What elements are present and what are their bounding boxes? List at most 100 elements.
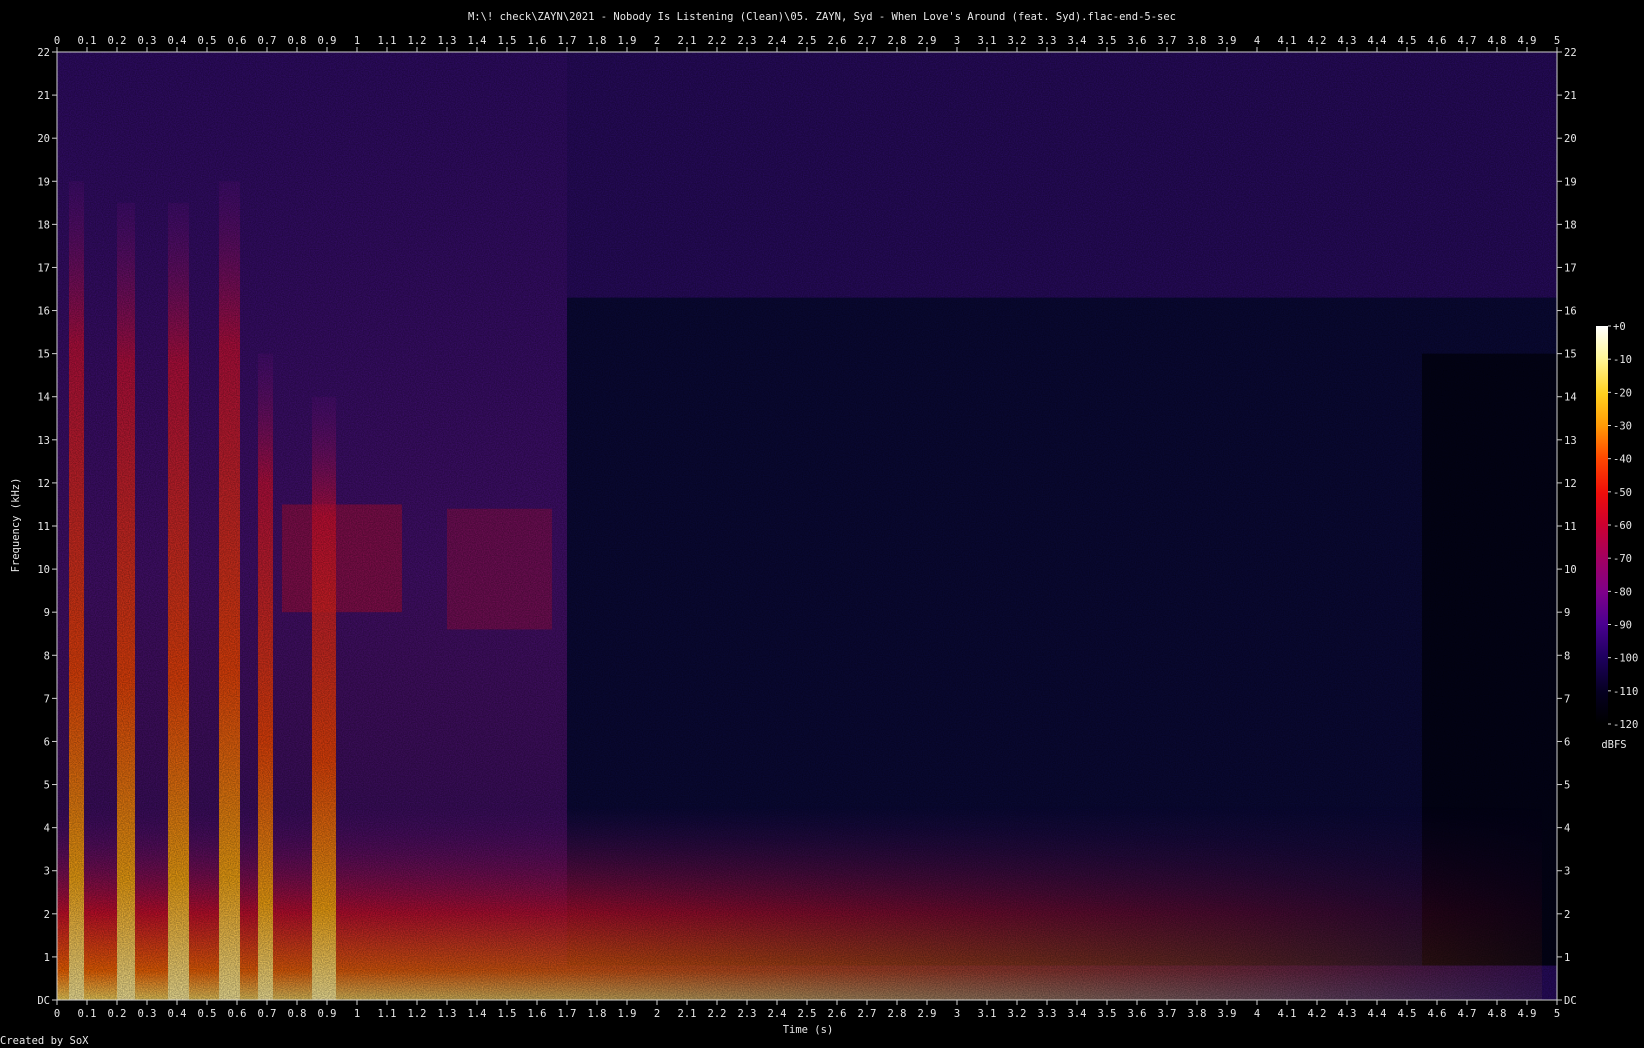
x-tick-label-bottom: 1 xyxy=(354,1008,360,1020)
x-tick-label-top: 1 xyxy=(354,35,360,47)
y-tick-label-right: 16 xyxy=(1564,306,1577,318)
x-tick-label-top: 3.1 xyxy=(978,35,997,47)
y-tick-label-left: 19 xyxy=(37,176,50,188)
x-tick-label-bottom: 2.4 xyxy=(768,1008,787,1020)
x-tick-label-top: 1.1 xyxy=(378,35,397,47)
colorbar-tick-label: -120 xyxy=(1613,719,1638,731)
x-tick-label-bottom: 2.3 xyxy=(738,1008,757,1020)
colorbar-tick-label: -70 xyxy=(1613,553,1632,565)
x-tick-label-bottom: 2.6 xyxy=(828,1008,847,1020)
x-tick-label-bottom: 0.3 xyxy=(138,1008,157,1020)
y-axis-label: Frequency (kHz) xyxy=(10,478,22,573)
footer-credit: Created by SoX xyxy=(0,1035,89,1047)
x-tick-label-top: 2.2 xyxy=(708,35,727,47)
colorbar-unit: dBFS xyxy=(1601,739,1626,751)
x-tick-label-top: 3.2 xyxy=(1008,35,1027,47)
colorbar-tick-label: +0 xyxy=(1613,321,1626,333)
x-tick-label-top: 3.4 xyxy=(1068,35,1087,47)
x-tick-label-bottom: 2.2 xyxy=(708,1008,727,1020)
y-tick-label-right: 14 xyxy=(1564,392,1577,404)
x-tick-label-top: 4.9 xyxy=(1518,35,1537,47)
x-tick-label-bottom: 0.1 xyxy=(78,1008,97,1020)
x-tick-label-top: 5 xyxy=(1554,35,1560,47)
x-tick-label-top: 2.6 xyxy=(828,35,847,47)
x-tick-label-bottom: 2.7 xyxy=(858,1008,877,1020)
x-tick-label-top: 0.7 xyxy=(258,35,277,47)
x-tick-label-bottom: 1.7 xyxy=(558,1008,577,1020)
x-tick-label-top: 4.3 xyxy=(1338,35,1357,47)
x-tick-label-top: 3.7 xyxy=(1158,35,1177,47)
x-tick-label-bottom: 4.4 xyxy=(1368,1008,1387,1020)
x-tick-label-top: 0.4 xyxy=(168,35,187,47)
x-tick-label-bottom: 2.9 xyxy=(918,1008,937,1020)
y-tick-label-left: 13 xyxy=(37,435,50,447)
x-tick-label-top: 1.6 xyxy=(528,35,547,47)
y-tick-label-left: 17 xyxy=(37,262,50,274)
y-tick-label-right: 20 xyxy=(1564,133,1577,145)
x-tick-label-top: 3.9 xyxy=(1218,35,1237,47)
x-tick-label-top: 2.9 xyxy=(918,35,937,47)
y-tick-label-left: 22 xyxy=(37,47,50,59)
x-tick-label-top: 2.4 xyxy=(768,35,787,47)
colorbar-ticks: +0 -10 -20 -30 -40 -50 -60 -70 -80 -90 -100 -110 -12… xyxy=(1608,321,1638,731)
y-tick-label-left: 8 xyxy=(44,650,50,662)
x-tick-label-bottom: 3.1 xyxy=(978,1008,997,1020)
x-tick-label-bottom: 2.8 xyxy=(888,1008,907,1020)
y-tick-label-left: DC xyxy=(37,995,50,1007)
y-tick-label-left: 9 xyxy=(44,607,50,619)
x-tick-label-bottom: 4.6 xyxy=(1428,1008,1447,1020)
y-tick-label-right: 15 xyxy=(1564,349,1577,361)
y-tick-label-left: 3 xyxy=(44,866,50,878)
x-tick-label-top: 2.8 xyxy=(888,35,907,47)
x-tick-label-top: 4.7 xyxy=(1458,35,1477,47)
x-tick-label-top: 0.8 xyxy=(288,35,307,47)
x-tick-label-bottom: 1.1 xyxy=(378,1008,397,1020)
colorbar-tick-label: -110 xyxy=(1613,686,1638,698)
x-tick-label-top: 4.8 xyxy=(1488,35,1507,47)
x-tick-label-top: 0.2 xyxy=(108,35,127,47)
x-tick-label-bottom: 4.7 xyxy=(1458,1008,1477,1020)
x-tick-label-bottom: 1.6 xyxy=(528,1008,547,1020)
spectrogram-noise-texture xyxy=(57,52,1557,1000)
x-tick-label-top: 2.3 xyxy=(738,35,757,47)
colorbar-tick-label: -50 xyxy=(1613,487,1632,499)
y-tick-label-right: 9 xyxy=(1564,607,1570,619)
y-tick-label-right: 19 xyxy=(1564,176,1577,188)
y-tick-label-left: 11 xyxy=(37,521,50,533)
x-tick-label-top: 3.6 xyxy=(1128,35,1147,47)
x-tick-label-top: 1.9 xyxy=(618,35,637,47)
y-tick-label-left: 15 xyxy=(37,349,50,361)
x-tick-label-bottom: 4.8 xyxy=(1488,1008,1507,1020)
x-tick-label-top: 3.8 xyxy=(1188,35,1207,47)
x-tick-label-bottom: 3.3 xyxy=(1038,1008,1057,1020)
y-tick-label-left: 7 xyxy=(44,693,50,705)
x-tick-label-bottom: 0.2 xyxy=(108,1008,127,1020)
y-tick-label-right: DC xyxy=(1564,995,1577,1007)
colorbar-tick-label: -20 xyxy=(1613,387,1632,399)
x-tick-label-top: 4.5 xyxy=(1398,35,1417,47)
y-tick-label-left: 4 xyxy=(44,823,50,835)
x-tick-label-bottom: 0.7 xyxy=(258,1008,277,1020)
x-tick-label-top: 4.2 xyxy=(1308,35,1327,47)
x-tick-label-top: 2.5 xyxy=(798,35,817,47)
colorbar-tick-label: -30 xyxy=(1613,421,1632,433)
x-axis-label: Time (s) xyxy=(783,1024,834,1036)
x-tick-label-bottom: 0.8 xyxy=(288,1008,307,1020)
y-tick-label-right: 10 xyxy=(1564,564,1577,576)
x-tick-label-bottom: 4.1 xyxy=(1278,1008,1297,1020)
x-tick-label-top: 2 xyxy=(654,35,660,47)
y-tick-label-right: 21 xyxy=(1564,90,1577,102)
y-tick-label-left: 12 xyxy=(37,478,50,490)
y-tick-label-right: 11 xyxy=(1564,521,1577,533)
y-tick-label-left: 21 xyxy=(37,90,50,102)
x-tick-label-bottom: 0.9 xyxy=(318,1008,337,1020)
y-tick-label-right: 3 xyxy=(1564,866,1570,878)
x-tick-label-top: 0.6 xyxy=(228,35,247,47)
x-tick-label-bottom: 2 xyxy=(654,1008,660,1020)
x-tick-label-top: 3.3 xyxy=(1038,35,1057,47)
y-tick-label-left: 14 xyxy=(37,392,50,404)
y-tick-label-right: 13 xyxy=(1564,435,1577,447)
y-tick-label-right: 17 xyxy=(1564,262,1577,274)
x-tick-label-bottom: 3.2 xyxy=(1008,1008,1027,1020)
colorbar xyxy=(1596,326,1608,724)
